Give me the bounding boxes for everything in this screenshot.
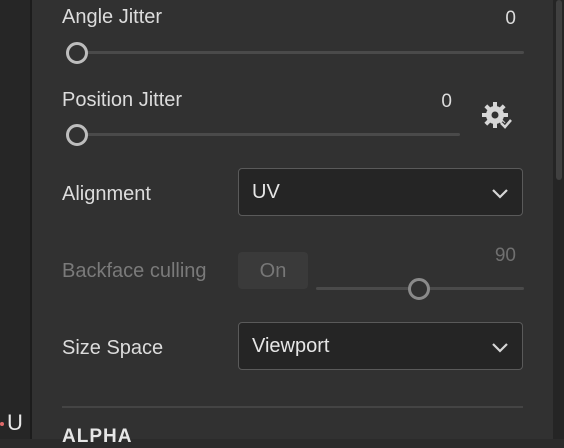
angle-jitter-slider-knob[interactable] <box>66 42 88 64</box>
alignment-dropdown[interactable]: UV <box>238 168 523 216</box>
backface-culling-label: Backface culling <box>62 260 207 282</box>
angle-jitter-slider-track[interactable] <box>66 51 524 54</box>
section-divider <box>62 406 523 408</box>
backface-culling-toggle-label: On <box>259 260 287 282</box>
size-space-dropdown[interactable]: Viewport <box>238 322 523 370</box>
position-jitter-slider-track[interactable] <box>66 133 460 136</box>
left-side-panel <box>0 0 32 439</box>
gear-check-icon[interactable] <box>480 100 514 134</box>
backface-culling-value[interactable]: 90 <box>440 245 516 267</box>
size-space-selected-value: Viewport <box>252 335 330 357</box>
angle-jitter-label: Angle Jitter <box>62 6 163 28</box>
scrollbar-thumb[interactable] <box>556 0 562 180</box>
alpha-section-title[interactable]: ALPHA <box>62 426 132 448</box>
side-panel-letter: U <box>7 410 23 435</box>
backface-culling-toggle[interactable]: On <box>238 252 308 289</box>
alignment-selected-value: UV <box>252 181 280 203</box>
alignment-label: Alignment <box>62 183 151 205</box>
size-space-label: Size Space <box>62 337 164 359</box>
chevron-down-icon <box>492 343 508 353</box>
backface-culling-slider-knob[interactable] <box>408 278 430 300</box>
position-jitter-value[interactable]: 0 <box>380 91 452 113</box>
properties-panel <box>32 0 554 439</box>
position-jitter-label: Position Jitter <box>62 89 183 111</box>
red-marker-dot <box>0 422 4 426</box>
angle-jitter-value[interactable]: 0 <box>440 8 516 30</box>
position-jitter-slider-knob[interactable] <box>66 124 88 146</box>
chevron-down-icon <box>492 189 508 199</box>
